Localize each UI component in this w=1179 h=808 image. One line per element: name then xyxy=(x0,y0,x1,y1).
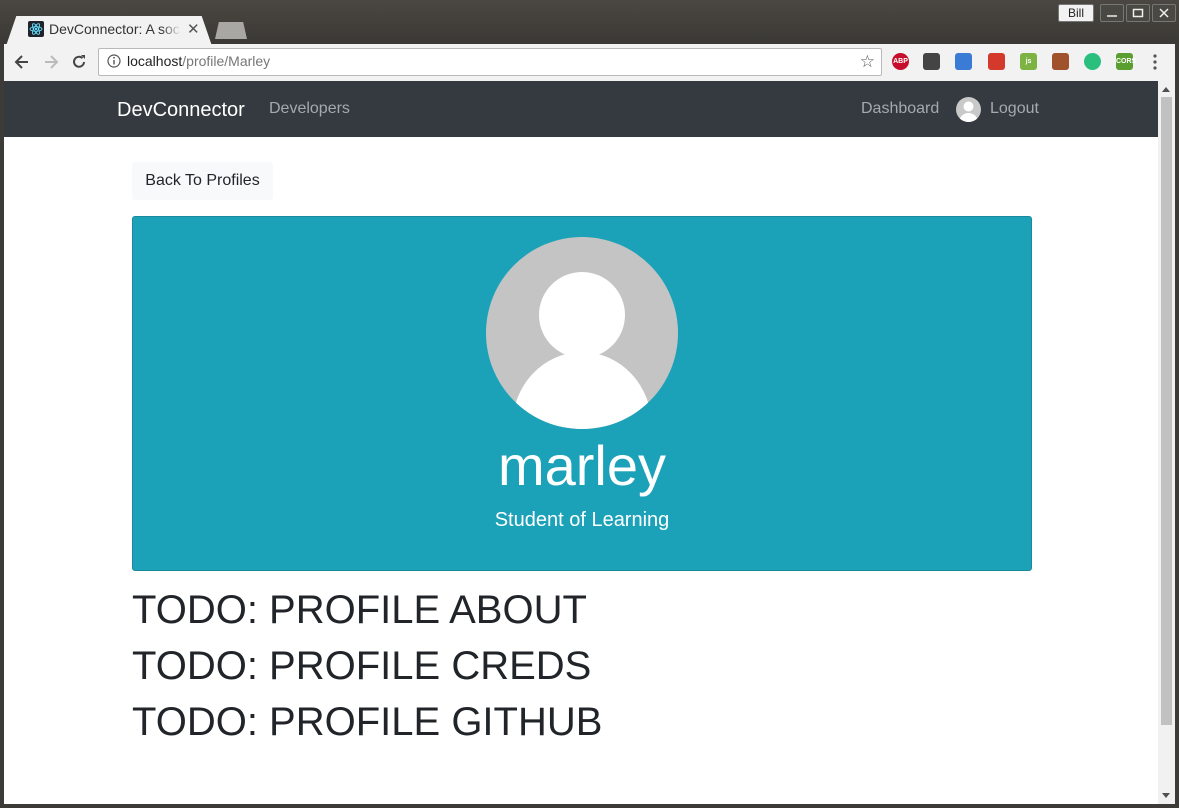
url-text: localhost/profile/Marley xyxy=(127,53,270,69)
sync-icon[interactable] xyxy=(923,53,940,70)
window-user-button[interactable]: Bill xyxy=(1058,4,1094,22)
page-viewport: DevConnector Developers Dashboard Logout… xyxy=(4,81,1158,804)
color-picker-icon[interactable] xyxy=(955,53,972,70)
todo-profile-github: TODO: PROFILE GITHUB xyxy=(132,700,603,744)
cors-icon[interactable]: CORS xyxy=(1116,53,1136,70)
scroll-down-icon[interactable] xyxy=(1162,793,1170,798)
tab-close-icon[interactable]: ✕ xyxy=(187,20,200,38)
brand-link[interactable]: DevConnector xyxy=(117,99,245,122)
address-bar[interactable]: localhost/profile/Marley ☆ xyxy=(98,48,882,76)
profile-name: marley xyxy=(497,434,667,497)
nav-dashboard[interactable]: Dashboard xyxy=(861,100,939,118)
scroll-up-icon[interactable] xyxy=(1162,87,1170,92)
browser-menu-icon[interactable] xyxy=(1152,53,1158,71)
js-icon[interactable]: js xyxy=(1020,53,1037,70)
todo-profile-creds: TODO: PROFILE CREDS xyxy=(132,644,592,688)
profile-status: Student of Learning xyxy=(494,509,670,531)
default-user-icon xyxy=(512,272,652,429)
flag-icon[interactable] xyxy=(988,53,1005,70)
info-icon[interactable] xyxy=(107,54,121,68)
new-tab-button[interactable] xyxy=(215,22,247,39)
profile-avatar xyxy=(486,237,678,429)
monkey-icon[interactable] xyxy=(1052,53,1069,70)
vertical-scrollbar[interactable] xyxy=(1158,81,1175,804)
tab-title: DevConnector: A social network for devel… xyxy=(49,21,181,37)
scrollbar-thumb[interactable] xyxy=(1161,97,1172,725)
adblock-plus-icon[interactable]: ABP xyxy=(892,53,909,70)
url-path: /profile/Marley xyxy=(182,53,271,69)
nav-developers[interactable]: Developers xyxy=(269,100,350,118)
forward-arrow-icon[interactable] xyxy=(42,53,60,71)
react-favicon-icon xyxy=(28,21,44,37)
profile-header-card: marley Student of Learning xyxy=(132,216,1032,571)
react-devtools-icon[interactable] xyxy=(1084,53,1101,70)
url-host: localhost xyxy=(127,53,183,69)
todo-profile-about: TODO: PROFILE ABOUT xyxy=(132,588,587,632)
minimize-icon[interactable] xyxy=(1100,4,1124,22)
close-window-icon[interactable] xyxy=(1152,4,1176,22)
back-arrow-icon[interactable] xyxy=(13,53,31,71)
nav-logout[interactable]: Logout xyxy=(990,100,1039,118)
user-avatar-icon[interactable] xyxy=(956,97,981,122)
browser-toolbar: localhost/profile/Marley ☆ ABP js CORS xyxy=(4,44,1175,81)
back-to-profiles-button[interactable]: Back To Profiles xyxy=(132,162,273,200)
reload-icon[interactable] xyxy=(70,53,88,71)
bookmark-star-icon[interactable]: ☆ xyxy=(860,52,875,72)
maximize-icon[interactable] xyxy=(1126,4,1150,22)
site-navbar: DevConnector Developers Dashboard Logout xyxy=(4,81,1158,137)
